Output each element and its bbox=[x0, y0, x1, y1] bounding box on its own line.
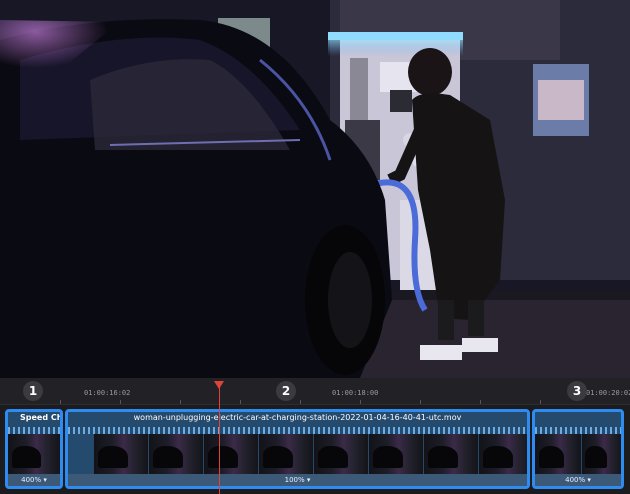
timeline-clip-speed-change[interactable]: Speed Char 400% ▾ bbox=[5, 409, 63, 489]
playhead-handle[interactable] bbox=[214, 381, 224, 389]
clip-speed-control[interactable]: 400% ▾ bbox=[8, 474, 60, 486]
chevron-down-icon: ▾ bbox=[587, 476, 591, 484]
ruler-timecode: 01:00:20:02 bbox=[586, 389, 630, 397]
timeline-clip-main[interactable]: woman-unplugging-electric-car-at-chargin… bbox=[65, 409, 530, 489]
clip-thumbnails bbox=[94, 434, 527, 474]
clip-speed-control[interactable]: 100% ▾ bbox=[68, 474, 527, 486]
clip-thumbnail bbox=[582, 434, 621, 474]
clip-thumbnail bbox=[479, 434, 527, 474]
clip-speed-value: 100% bbox=[284, 476, 305, 484]
clip-audio-markers bbox=[535, 427, 621, 434]
clip-thumbnail bbox=[94, 434, 148, 474]
clip-thumbnail bbox=[8, 434, 60, 474]
clip-thumbnails bbox=[535, 434, 621, 474]
clip-title: Speed Char bbox=[20, 413, 60, 422]
clip-thumbnail bbox=[204, 434, 258, 474]
clip-thumbnail bbox=[424, 434, 478, 474]
clip-thumbnail bbox=[259, 434, 313, 474]
ruler-tick bbox=[60, 400, 61, 404]
video-preview[interactable] bbox=[0, 0, 630, 378]
clip-thumbnail bbox=[314, 434, 368, 474]
ruler-timecode: 01:00:16:02 bbox=[84, 389, 131, 397]
clip-audio-markers bbox=[8, 427, 60, 434]
ruler-tick bbox=[240, 400, 241, 404]
timeline-ruler[interactable]: 01:00:16:02 01:00:18:00 01:00:20:02 1 2 … bbox=[0, 378, 630, 405]
clip-thumbnail bbox=[149, 434, 203, 474]
clip-speed-value: 400% bbox=[21, 476, 42, 484]
ruler-tick bbox=[540, 400, 541, 404]
clip-thumbnails bbox=[8, 434, 60, 474]
ruler-tick bbox=[420, 400, 421, 404]
marker-2[interactable]: 2 bbox=[276, 381, 296, 401]
playhead-line[interactable] bbox=[219, 385, 220, 494]
clip-title bbox=[535, 413, 621, 425]
clip-title: woman-unplugging-electric-car-at-chargin… bbox=[133, 413, 462, 422]
clip-audio-markers bbox=[68, 427, 527, 434]
clip-speed-value: 400% bbox=[565, 476, 586, 484]
marker-3[interactable]: 3 bbox=[567, 381, 587, 401]
video-frame-illustration bbox=[0, 0, 630, 378]
ruler-tick bbox=[120, 400, 121, 404]
ruler-tick bbox=[300, 400, 301, 404]
clip-thumbnail bbox=[535, 434, 581, 474]
clip-thumbnail bbox=[369, 434, 423, 474]
clip-speed-control[interactable]: 400% ▾ bbox=[535, 474, 621, 486]
ruler-timecode: 01:00:18:00 bbox=[332, 389, 379, 397]
chevron-down-icon: ▾ bbox=[306, 476, 311, 484]
ruler-tick bbox=[360, 400, 361, 404]
ruler-tick bbox=[180, 400, 181, 404]
marker-1[interactable]: 1 bbox=[23, 381, 43, 401]
timeline-clip-end[interactable]: 400% ▾ bbox=[532, 409, 624, 489]
timeline-panel[interactable]: 01:00:16:02 01:00:18:00 01:00:20:02 1 2 … bbox=[0, 378, 630, 494]
ruler-tick bbox=[480, 400, 481, 404]
chevron-down-icon: ▾ bbox=[43, 476, 47, 484]
